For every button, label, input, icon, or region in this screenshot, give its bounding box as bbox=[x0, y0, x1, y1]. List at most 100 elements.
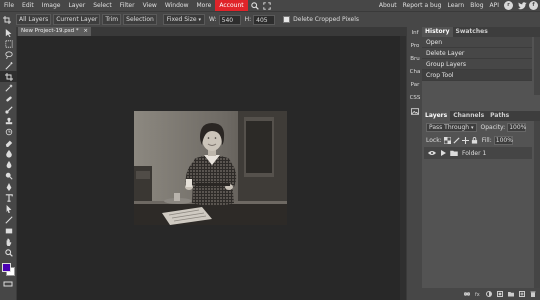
reddit-icon[interactable]: r bbox=[504, 1, 513, 10]
width-input[interactable]: 540 bbox=[218, 14, 241, 25]
search-icon[interactable] bbox=[250, 0, 260, 11]
lasso-tool[interactable] bbox=[0, 49, 17, 60]
delete-layer-icon[interactable] bbox=[530, 291, 536, 297]
tool-options-bar: All Layers Current Layer Trim Selection … bbox=[0, 11, 540, 27]
selection-button[interactable]: Selection bbox=[123, 14, 157, 25]
menu-filter[interactable]: Filter bbox=[116, 0, 139, 11]
bucket-icon bbox=[5, 149, 12, 158]
history-brush-tool[interactable] bbox=[0, 126, 17, 137]
swap-colors-icon[interactable] bbox=[3, 281, 13, 287]
history-item[interactable]: Delete Layer bbox=[422, 48, 532, 59]
adjustment-layer-icon[interactable] bbox=[486, 291, 492, 297]
layers-footer: fx bbox=[422, 288, 540, 300]
document-tab[interactable]: New Project-19.psd * × bbox=[18, 27, 91, 36]
menu-view[interactable]: View bbox=[139, 0, 161, 11]
menu-select[interactable]: Select bbox=[89, 0, 116, 11]
history-item[interactable]: Open bbox=[422, 37, 532, 48]
size-mode-select[interactable]: Fixed Size ▾ bbox=[162, 14, 206, 25]
history-item-current[interactable]: Crop Tool bbox=[422, 70, 532, 81]
current-layer-button[interactable]: Current Layer bbox=[53, 14, 101, 25]
healing-tool[interactable] bbox=[0, 93, 17, 104]
pen-tool[interactable] bbox=[0, 181, 17, 192]
lock-all-icon[interactable] bbox=[471, 137, 478, 144]
menu-more[interactable]: More bbox=[193, 0, 216, 11]
path-select-tool[interactable] bbox=[0, 203, 17, 214]
new-layer-icon[interactable] bbox=[519, 291, 525, 297]
crop-tool[interactable] bbox=[0, 71, 17, 82]
document-image[interactable] bbox=[134, 111, 287, 225]
expand-arrow-icon[interactable] bbox=[440, 150, 447, 157]
close-icon[interactable]: × bbox=[83, 28, 88, 34]
character-panel-button[interactable]: Cha bbox=[407, 66, 423, 79]
menu-layer[interactable]: Layer bbox=[64, 0, 89, 11]
all-layers-button[interactable]: All Layers bbox=[16, 14, 52, 25]
hand-tool[interactable] bbox=[0, 236, 17, 247]
blend-mode-select[interactable]: Pass Through ▾ bbox=[426, 123, 477, 132]
marquee-tool[interactable] bbox=[0, 38, 17, 49]
brush-panel-button[interactable]: Bru bbox=[407, 53, 423, 66]
type-tool[interactable] bbox=[0, 192, 17, 203]
css-panel-button[interactable]: CSS bbox=[407, 92, 423, 105]
menu-account[interactable]: Account bbox=[215, 0, 248, 11]
lock-pixels-icon[interactable] bbox=[453, 137, 460, 144]
eraser-tool[interactable] bbox=[0, 137, 17, 148]
menu-file[interactable]: File bbox=[0, 0, 18, 11]
fullscreen-icon[interactable] bbox=[262, 0, 272, 11]
fill-tool[interactable] bbox=[0, 148, 17, 159]
rectangle-tool[interactable] bbox=[0, 225, 17, 236]
menu-image[interactable]: Image bbox=[38, 0, 65, 11]
facebook-icon[interactable]: f bbox=[529, 1, 538, 10]
visibility-eye-icon[interactable] bbox=[428, 150, 436, 157]
height-input[interactable]: 405 bbox=[253, 14, 276, 25]
history-scrollbar[interactable] bbox=[534, 37, 540, 95]
menu-edit[interactable]: Edit bbox=[18, 0, 38, 11]
tab-paths[interactable]: Paths bbox=[487, 111, 512, 121]
tab-swatches[interactable]: Swatches bbox=[453, 27, 491, 37]
image-panel-button[interactable] bbox=[407, 105, 423, 118]
foreground-color-swatch[interactable] bbox=[2, 263, 11, 272]
history-panel-tabs: History Swatches bbox=[422, 27, 540, 37]
magic-wand-tool[interactable] bbox=[0, 60, 17, 71]
layer-mask-icon[interactable] bbox=[497, 291, 503, 297]
delete-cropped-label: Delete Cropped Pixels bbox=[293, 16, 360, 23]
lock-transparency-icon[interactable] bbox=[443, 137, 451, 144]
crop-icon bbox=[4, 72, 13, 81]
link-learn[interactable]: Learn bbox=[444, 0, 467, 11]
twitter-icon[interactable] bbox=[517, 0, 527, 11]
link-api[interactable]: API bbox=[487, 0, 503, 11]
shape-tool[interactable] bbox=[0, 214, 17, 225]
move-tool[interactable] bbox=[0, 27, 17, 38]
brush-tool[interactable] bbox=[0, 104, 17, 115]
eyedropper-tool[interactable] bbox=[0, 82, 17, 93]
canvas-area[interactable] bbox=[17, 36, 406, 300]
paragraph-panel-button[interactable]: Par bbox=[407, 79, 423, 92]
layers-scrollbar[interactable] bbox=[534, 121, 540, 288]
trim-button[interactable]: Trim bbox=[102, 14, 122, 25]
info-panel-button[interactable]: Inf bbox=[407, 27, 423, 40]
link-layers-icon[interactable] bbox=[464, 291, 470, 297]
delete-cropped-checkbox[interactable] bbox=[283, 16, 291, 23]
tab-history[interactable]: History bbox=[422, 27, 453, 37]
properties-panel-button[interactable]: Pro bbox=[407, 40, 423, 53]
opacity-input[interactable]: 100% bbox=[507, 123, 526, 132]
layer-effects-icon[interactable]: fx bbox=[475, 291, 481, 297]
collapsed-panels-column: Inf Pro Bru Cha Par CSS bbox=[406, 27, 422, 300]
link-about[interactable]: About bbox=[376, 0, 400, 11]
history-item[interactable]: Group Layers bbox=[422, 59, 532, 70]
tab-layers[interactable]: Layers bbox=[422, 111, 451, 121]
dodge-tool[interactable] bbox=[0, 170, 17, 181]
fill-input[interactable]: 100% bbox=[493, 136, 513, 145]
lock-position-icon[interactable] bbox=[461, 137, 469, 144]
dodge-icon bbox=[5, 172, 13, 180]
clone-stamp-tool[interactable] bbox=[0, 115, 17, 126]
top-links: About Report a bug Learn Blog API r f bbox=[376, 0, 540, 11]
blur-tool[interactable] bbox=[0, 159, 17, 170]
zoom-tool[interactable] bbox=[0, 247, 17, 258]
tab-channels[interactable]: Channels bbox=[450, 111, 487, 121]
new-group-icon[interactable] bbox=[508, 291, 514, 297]
link-report-bug[interactable]: Report a bug bbox=[400, 0, 445, 11]
layer-row[interactable]: Folder 1 bbox=[424, 147, 532, 159]
menu-window[interactable]: Window bbox=[161, 0, 193, 11]
link-blog[interactable]: Blog bbox=[467, 0, 486, 11]
rectangle-icon bbox=[5, 228, 12, 233]
